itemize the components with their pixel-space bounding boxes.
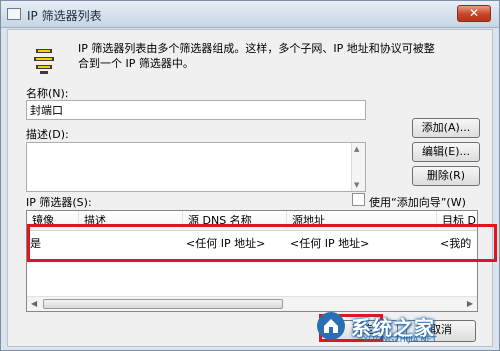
scroll-left-icon[interactable]: ◀	[31, 299, 37, 308]
dialog-client-area: IP 筛选器列表由多个筛选器组成。这样，多个子网、IP 地址和协议可被整 合到一…	[7, 29, 493, 347]
use-wizard-checkbox[interactable]	[352, 193, 365, 206]
cell-source-dns: <任何 IP 地址>	[186, 237, 266, 250]
column-header-destination[interactable]: 目标 D	[437, 211, 477, 231]
window-icon	[7, 8, 21, 20]
scrollbar-thumb[interactable]	[43, 299, 283, 309]
cell-description	[79, 235, 183, 253]
column-header-description[interactable]: 描述	[79, 211, 183, 231]
filter-list-icon	[34, 49, 54, 74]
add-button[interactable]: 添加(A)...	[412, 118, 480, 138]
delete-button[interactable]: 删除(R)	[412, 166, 480, 186]
cell-mirrored: 是	[30, 237, 41, 250]
watermark: 系统之家 XITONGZHIJIA.NET	[311, 308, 491, 344]
table-row[interactable]: 是 <任何 IP 地址> <任何 IP 地址> <我的	[27, 235, 477, 253]
use-wizard-label: 使用“添加向导”(W)	[369, 196, 466, 209]
window-title: IP 筛选器列表	[27, 9, 102, 23]
description-scrollbar[interactable]: ▲ ▼	[351, 143, 365, 191]
name-field[interactable]	[26, 100, 366, 120]
close-button[interactable]: ✕	[457, 5, 491, 22]
description-label: 描述(D):	[26, 128, 69, 141]
edit-button[interactable]: 编辑(E)...	[412, 142, 480, 162]
cell-source-address: <任何 IP 地址>	[290, 237, 370, 250]
description-field[interactable]: ▲ ▼	[26, 142, 366, 192]
watermark-logo-icon	[317, 312, 345, 340]
list-header: 镜像 描述 源 DNS 名称 源地址 目标 D	[27, 211, 477, 231]
ip-filters-list[interactable]: 镜像 描述 源 DNS 名称 源地址 目标 D 是 <任何 IP 地址> <任何…	[26, 210, 478, 312]
title-bar: IP 筛选器列表 ✕	[1, 1, 499, 28]
scroll-up-icon[interactable]: ▲	[354, 145, 359, 153]
ip-filters-label: IP 筛选器(S):	[26, 196, 92, 209]
cell-destination: <我的	[440, 237, 472, 250]
column-header-source-address[interactable]: 源地址	[287, 211, 437, 231]
watermark-url: XITONGZHIJIA.NET	[363, 335, 437, 344]
scroll-down-icon[interactable]: ▼	[354, 181, 359, 189]
ip-filter-list-dialog: IP 筛选器列表 ✕ IP 筛选器列表由多个筛选器组成。这样，多个子网、IP 地…	[0, 0, 500, 351]
intro-text: IP 筛选器列表由多个筛选器组成。这样，多个子网、IP 地址和协议可被整 合到一…	[78, 42, 435, 70]
scroll-right-icon[interactable]: ▶	[467, 299, 473, 308]
name-label: 名称(N):	[26, 87, 69, 100]
column-header-mirrored[interactable]: 镜像	[27, 211, 79, 231]
column-header-source-dns[interactable]: 源 DNS 名称	[183, 211, 287, 231]
